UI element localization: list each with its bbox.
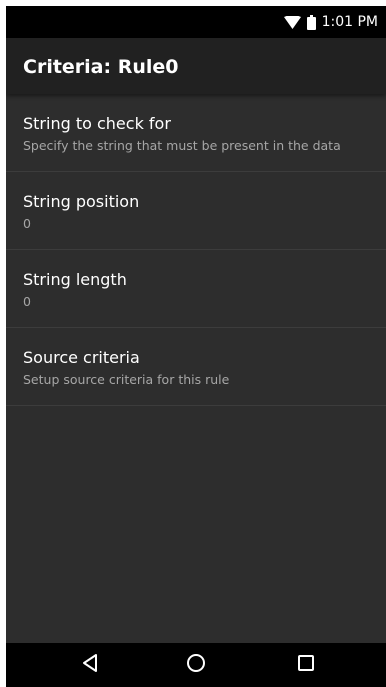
status-time: 1:01 PM [321,14,378,30]
pref-title: String length [23,270,127,289]
back-button[interactable] [60,643,120,687]
back-icon [81,653,99,677]
pref-title: String position [23,192,140,211]
home-icon [186,653,206,677]
pref-summary: Specify the string that must be present … [23,138,341,153]
status-icons: 1:01 PM [283,6,378,38]
pref-string-length[interactable]: String length 0 [6,250,386,328]
recents-icon [297,654,315,676]
page-title: Criteria: Rule0 [23,56,179,78]
pref-string-to-check-for[interactable]: String to check for Specify the string t… [6,94,386,172]
home-button[interactable] [166,643,226,687]
pref-title: String to check for [23,114,171,133]
pref-summary: 0 [23,294,31,309]
wifi-icon [283,15,301,29]
pref-string-position[interactable]: String position 0 [6,172,386,250]
status-bar: 1:01 PM [6,6,386,38]
recents-button[interactable] [276,643,336,687]
app-bar: Criteria: Rule0 [6,38,386,94]
preference-list: String to check for Specify the string t… [6,94,386,643]
navigation-bar [6,643,386,687]
pref-title: Source criteria [23,348,140,367]
pref-summary: 0 [23,216,31,231]
battery-icon [306,14,316,30]
pref-summary: Setup source criteria for this rule [23,372,230,387]
pref-source-criteria[interactable]: Source criteria Setup source criteria fo… [6,328,386,406]
phone-screen: 1:01 PM Criteria: Rule0 String to check … [6,6,386,687]
